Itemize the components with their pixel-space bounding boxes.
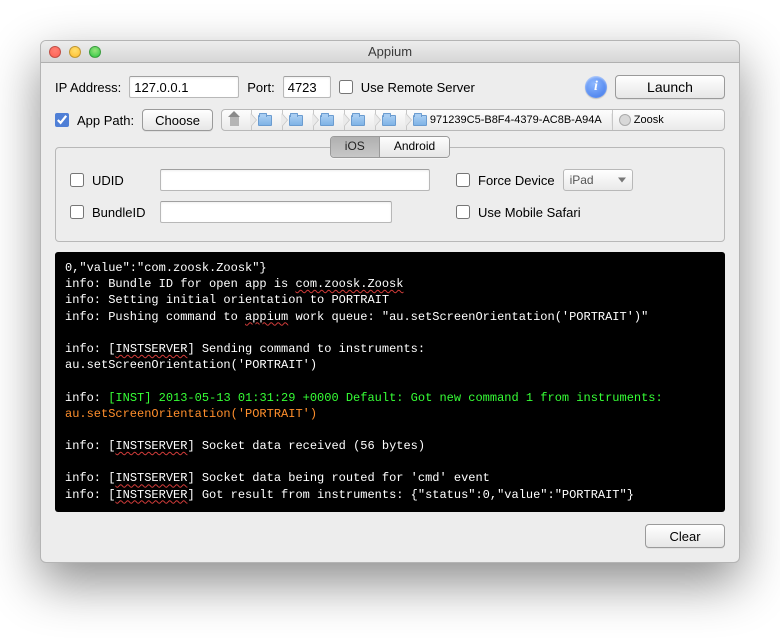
log-line: info: [INSTSERVER] Got result from instr… <box>65 487 715 503</box>
tab-ios[interactable]: iOS <box>331 137 380 157</box>
folder-icon <box>351 115 365 126</box>
log-line: au.setScreenOrientation('PORTRAIT') <box>65 406 715 422</box>
udid-label: UDID <box>92 173 152 188</box>
log-line: 0,"value":"com.zoosk.Zoosk"} <box>65 260 715 276</box>
log-line: info: [INSTSERVER] Socket data being rou… <box>65 470 715 486</box>
folder-icon <box>413 115 427 126</box>
safari-checkbox[interactable] <box>456 205 470 219</box>
device-select-value: iPad <box>570 173 594 187</box>
log-line <box>65 454 715 470</box>
folder-icon <box>289 115 303 126</box>
bundle-row: BundleID Use Mobile Safari <box>70 201 710 223</box>
breadcrumb-app[interactable]: Zoosk <box>613 110 674 130</box>
clear-button[interactable]: Clear <box>645 524 725 548</box>
log-line: info: [INSTSERVER] Socket data received … <box>65 438 715 454</box>
breadcrumb-folder[interactable] <box>314 110 345 130</box>
folder-icon <box>258 115 272 126</box>
log-line: au.setScreenOrientation('PORTRAIT') <box>65 357 715 373</box>
log-line <box>65 422 715 438</box>
ios-panel-body: UDID Force Device iPad BundleID Use Mobi… <box>56 165 724 241</box>
udid-row: UDID Force Device iPad <box>70 169 710 191</box>
log-line <box>65 503 715 512</box>
remote-server-label: Use Remote Server <box>361 80 475 95</box>
minimize-button[interactable] <box>69 46 81 58</box>
folder-icon <box>320 115 334 126</box>
launch-button[interactable]: Launch <box>615 75 725 99</box>
footer: Clear <box>55 524 725 548</box>
udid-checkbox[interactable] <box>70 173 84 187</box>
appium-window: Appium IP Address: Port: Use Remote Serv… <box>40 40 740 563</box>
apppath-row: App Path: Choose 971239C5-B8F4-4379-AC8B… <box>55 109 725 131</box>
force-device-checkbox[interactable] <box>456 173 470 187</box>
apppath-label: App Path: <box>77 113 134 128</box>
ip-label: IP Address: <box>55 80 121 95</box>
port-input[interactable] <box>283 76 331 98</box>
tab-android[interactable]: Android <box>380 137 449 157</box>
log-line: info: [INST] 2013-05-13 01:31:29 +0000 D… <box>65 390 715 406</box>
log-line <box>65 373 715 389</box>
remote-server-checkbox[interactable] <box>339 80 353 94</box>
bundleid-checkbox[interactable] <box>70 205 84 219</box>
log-line: info: [INSTSERVER] Sending command to in… <box>65 341 715 357</box>
platform-panel: iOS Android UDID Force Device iPad Bundl… <box>55 147 725 242</box>
app-icon <box>619 114 631 126</box>
breadcrumb-home[interactable] <box>222 110 252 130</box>
content: IP Address: Port: Use Remote Server i La… <box>41 63 739 562</box>
connection-row: IP Address: Port: Use Remote Server i La… <box>55 75 725 99</box>
breadcrumb-folder[interactable] <box>345 110 376 130</box>
safari-label: Use Mobile Safari <box>478 205 581 220</box>
window-title: Appium <box>41 44 739 59</box>
device-select[interactable]: iPad <box>563 169 633 191</box>
breadcrumb-folder[interactable] <box>376 110 407 130</box>
breadcrumb-uuid-folder[interactable]: 971239C5-B8F4-4379-AC8B-A94A <box>407 110 613 130</box>
breadcrumb-folder[interactable] <box>283 110 314 130</box>
zoom-button[interactable] <box>89 46 101 58</box>
close-button[interactable] <box>49 46 61 58</box>
bundleid-label: BundleID <box>92 205 152 220</box>
log-line: info: Bundle ID for open app is com.zoos… <box>65 276 715 292</box>
force-device-label: Force Device <box>478 173 555 188</box>
breadcrumb-folder[interactable] <box>252 110 283 130</box>
home-icon <box>228 115 241 126</box>
breadcrumb-uuid-label: 971239C5-B8F4-4379-AC8B-A94A <box>430 114 602 126</box>
info-icon[interactable]: i <box>585 76 607 98</box>
log-line: info: Pushing command to appium work que… <box>65 309 715 325</box>
log-console[interactable]: 0,"value":"com.zoosk.Zoosk"}info: Bundle… <box>55 252 725 512</box>
apppath-checkbox[interactable] <box>55 113 69 127</box>
traffic-lights <box>49 46 101 58</box>
folder-icon <box>382 115 396 126</box>
log-line <box>65 325 715 341</box>
breadcrumb-app-label: Zoosk <box>634 114 664 126</box>
platform-tabs: iOS Android <box>56 136 724 158</box>
choose-button[interactable]: Choose <box>142 109 213 131</box>
port-label: Port: <box>247 80 274 95</box>
log-line: info: Setting initial orientation to POR… <box>65 292 715 308</box>
titlebar: Appium <box>41 41 739 63</box>
udid-input[interactable] <box>160 169 430 191</box>
ip-input[interactable] <box>129 76 239 98</box>
apppath-breadcrumb[interactable]: 971239C5-B8F4-4379-AC8B-A94A Zoosk <box>221 109 725 131</box>
bundleid-input[interactable] <box>160 201 392 223</box>
